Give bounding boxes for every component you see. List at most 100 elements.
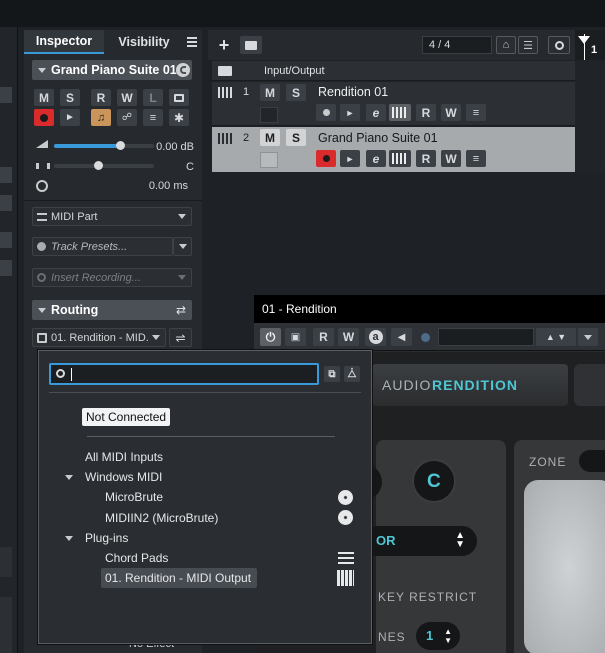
track-mute-button[interactable]: M — [260, 84, 280, 101]
record-enable-button[interactable] — [34, 109, 54, 126]
rendition-output-item[interactable]: 01. Rendition - MIDI Output — [105, 571, 251, 585]
track-presets-select[interactable]: Track Presets... — [32, 237, 173, 256]
midi-port-icon — [338, 490, 353, 505]
track-piano-icon[interactable] — [389, 150, 411, 167]
midi-part-select[interactable]: MIDI Part — [32, 207, 192, 226]
zone-pad[interactable] — [524, 480, 605, 653]
tab-inspector[interactable]: Inspector — [24, 30, 104, 54]
search-input[interactable] — [49, 363, 319, 385]
brand-name: RENDITION — [432, 377, 518, 393]
midi-input-dropdown: ⧉ ⧊ Not Connected All MIDI Inputs Window… — [38, 350, 372, 644]
track-write-button[interactable]: W — [441, 150, 461, 167]
zone-toggle[interactable] — [579, 450, 605, 472]
expand-all-icon[interactable]: ⧉ — [324, 366, 340, 382]
solo-button[interactable]: S — [60, 89, 80, 106]
plugin-read-button[interactable]: R — [313, 328, 334, 346]
microbrute-item[interactable]: MicroBrute — [105, 490, 163, 504]
lanes-button[interactable]: L — [143, 89, 163, 106]
key-knob[interactable]: C — [412, 459, 456, 503]
chord-pads-item[interactable]: Chord Pads — [105, 551, 168, 565]
track-edit-instrument-icon[interactable]: e — [366, 104, 386, 121]
pan-slider[interactable] — [54, 161, 154, 170]
side-chain-icon[interactable]: ◀ — [391, 328, 412, 346]
all-midi-inputs-item[interactable]: All MIDI Inputs — [85, 450, 163, 464]
track-piano-icon[interactable] — [389, 104, 411, 121]
midi-part-label: MIDI Part — [51, 210, 98, 223]
track-solo-button[interactable]: S — [286, 129, 306, 146]
pan-icon — [36, 163, 50, 169]
midi-input-routing-select[interactable]: 01. Rendition - MID. — [32, 328, 166, 347]
track-list-icon[interactable]: ≡ — [466, 150, 486, 167]
midi-port-icon — [338, 510, 353, 525]
track-presets-dropdown-button[interactable] — [173, 237, 192, 256]
visibility-agent-icon[interactable]: ⌂ — [496, 36, 516, 54]
input-port-icon — [37, 333, 47, 343]
not-connected-item[interactable]: Not Connected — [82, 408, 171, 426]
track-record-button[interactable] — [316, 150, 336, 167]
routing-swap-icon[interactable]: ⇄ — [176, 303, 186, 317]
track-edit-instrument-icon[interactable]: e — [366, 150, 386, 167]
insert-recording-select[interactable]: Insert Recording... — [32, 268, 192, 287]
inspector-track-header[interactable]: Grand Piano Suite 01 — [32, 60, 192, 80]
edit-instrument-icon[interactable] — [176, 63, 190, 77]
routing-shuffle-button[interactable]: ⇌ — [169, 328, 192, 347]
plugin-right-knob-top[interactable] — [574, 364, 605, 406]
read-automation-button[interactable]: R — [91, 89, 111, 106]
inspector-menu-icon[interactable] — [187, 37, 197, 47]
collapse-icon[interactable] — [38, 68, 46, 73]
volume-value[interactable]: 0.00 dB — [156, 141, 194, 153]
midi-input-monitor-button[interactable]: ♫ — [91, 109, 111, 126]
plugins-group[interactable]: Plug-ins — [85, 531, 128, 545]
collapse-all-icon[interactable]: ⧊ — [344, 366, 360, 382]
expand-plugins-icon[interactable] — [65, 536, 73, 541]
tones-stepper[interactable]: 1 ▲ ▼ — [416, 622, 460, 650]
preset-nav-arrows[interactable]: ▲ ▼ — [536, 328, 576, 346]
routing-section-header[interactable]: Routing ⇄ — [32, 300, 192, 320]
track-name[interactable]: Grand Piano Suite 01 — [318, 131, 438, 145]
track-mute-button[interactable]: M — [260, 129, 280, 146]
list-icon[interactable]: ≡ — [143, 109, 163, 126]
write-automation-button[interactable]: W — [117, 89, 137, 106]
midiin2-item[interactable]: MIDIIN2 (MicroBrute) — [105, 511, 218, 525]
track-monitor-icon[interactable]: ► — [340, 104, 360, 121]
pan-value[interactable]: C — [186, 161, 194, 173]
power-icon[interactable]: ⏻ — [260, 328, 281, 346]
freeze-icon[interactable]: ✱ — [169, 109, 189, 126]
mode-select[interactable]: OR ▲ ▼ — [362, 526, 477, 556]
track-row-2[interactable]: 2 M S Grand Piano Suite 01 ► e R W ≡ — [212, 127, 575, 172]
plugin-title-bar[interactable]: 01 - Rendition — [254, 295, 605, 323]
track-list-icon[interactable]: ≡ — [466, 104, 486, 121]
collapse-icon[interactable] — [38, 308, 46, 313]
track-write-button[interactable]: W — [441, 104, 461, 121]
track-solo-button[interactable]: S — [286, 84, 306, 101]
key-knob-label: C — [427, 471, 441, 492]
plugin-menu-dropdown[interactable] — [578, 328, 598, 346]
monitor-speaker-icon[interactable]: ► — [60, 109, 80, 126]
bypass-icon[interactable]: ▣ — [285, 328, 306, 346]
mute-button[interactable]: M — [34, 89, 54, 106]
search-tracks-icon[interactable] — [548, 36, 570, 54]
track-monitor-icon[interactable]: ► — [340, 150, 360, 167]
add-folder-icon[interactable] — [240, 36, 262, 54]
windows-midi-group[interactable]: Windows MIDI — [85, 470, 162, 484]
tab-visibility[interactable]: Visibility — [104, 30, 184, 54]
edit-channel-icon[interactable] — [169, 89, 189, 106]
track-color-swatch[interactable] — [260, 107, 278, 123]
expand-windows-midi-icon[interactable] — [65, 475, 73, 480]
plugin-write-button[interactable]: W — [338, 328, 359, 346]
volume-slider[interactable] — [54, 141, 154, 150]
track-presets-label: Track Presets... — [51, 240, 128, 253]
add-track-button[interactable]: + — [214, 35, 234, 55]
track-read-button[interactable]: R — [416, 150, 436, 167]
lock-icon[interactable]: ☍ — [117, 109, 137, 126]
auto-switch-button[interactable]: a — [365, 328, 386, 346]
track-color-swatch[interactable] — [260, 152, 278, 168]
track-list-icon[interactable]: ☰ — [518, 36, 538, 54]
folder-track-row[interactable]: Input/Output — [212, 61, 575, 81]
track-row-1[interactable]: 1 M S Rendition 01 ► e R W ≡ — [212, 82, 575, 126]
track-record-button[interactable] — [316, 104, 336, 121]
delay-value[interactable]: 0.00 ms — [149, 180, 188, 192]
preset-field[interactable] — [438, 328, 534, 346]
track-name[interactable]: Rendition 01 — [318, 85, 388, 99]
track-read-button[interactable]: R — [416, 104, 436, 121]
